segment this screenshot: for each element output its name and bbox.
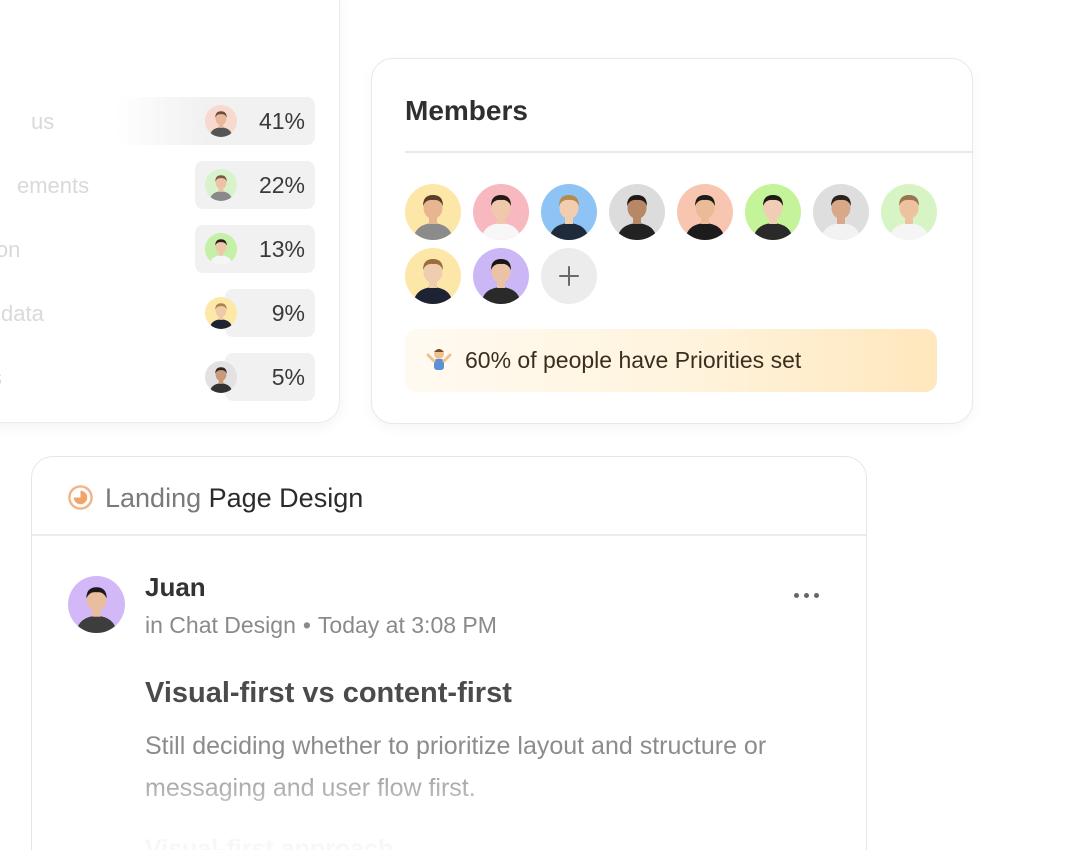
stat-row[interactable]: s 5% bbox=[0, 353, 339, 401]
stat-percentage: 9% bbox=[271, 300, 305, 326]
author-avatar[interactable] bbox=[68, 576, 125, 633]
member-avatar[interactable] bbox=[813, 184, 869, 240]
member-avatar[interactable] bbox=[405, 248, 461, 304]
progress-pie-icon bbox=[68, 485, 93, 510]
stat-percentage: 5% bbox=[271, 364, 305, 390]
stat-percentage: 22% bbox=[258, 172, 305, 198]
post-meta: in Chat Design • Today at 3:08 PM bbox=[145, 612, 497, 639]
stat-row[interactable]: us 41% bbox=[0, 97, 339, 145]
avatar bbox=[205, 105, 237, 137]
meta-separator: • bbox=[302, 612, 311, 638]
stat-row[interactable]: ements 22% bbox=[0, 161, 339, 209]
member-avatar[interactable] bbox=[473, 184, 529, 240]
person-shrugging-icon bbox=[426, 349, 452, 370]
post-header: Landing Page Design bbox=[32, 457, 866, 536]
project-title-prefix: Landing bbox=[105, 483, 202, 513]
stat-label: data bbox=[1, 301, 44, 326]
post-card: Landing Page Design Juan in Chat Design •… bbox=[31, 456, 867, 850]
avatar bbox=[205, 361, 237, 393]
post-channel[interactable]: in Chat Design bbox=[145, 612, 296, 638]
more-dot bbox=[804, 593, 809, 598]
stat-row[interactable]: ion 13% bbox=[0, 225, 339, 273]
member-avatar[interactable] bbox=[677, 184, 733, 240]
member-avatar[interactable] bbox=[881, 184, 937, 240]
members-title: Members bbox=[405, 95, 528, 126]
member-avatar[interactable] bbox=[609, 184, 665, 240]
stat-percentage: 13% bbox=[258, 236, 305, 262]
author-name[interactable]: Juan bbox=[145, 572, 206, 603]
priorities-banner[interactable]: 60% of people have Priorities set bbox=[405, 329, 937, 392]
plus-icon bbox=[559, 266, 579, 286]
stat-label: us bbox=[31, 109, 55, 134]
avatar bbox=[205, 297, 237, 329]
stat-row[interactable]: data 9% bbox=[0, 289, 339, 337]
more-dot bbox=[794, 593, 799, 598]
avatar bbox=[205, 233, 237, 265]
more-dot bbox=[814, 593, 819, 598]
priorities-text: 60% of people have Priorities set bbox=[465, 347, 802, 373]
members-card: Members 60% of people have Priorities se… bbox=[371, 58, 973, 424]
project-title[interactable]: Landing Page Design bbox=[105, 483, 363, 514]
member-avatar[interactable] bbox=[405, 184, 461, 240]
project-title-rest: Page Design bbox=[208, 483, 364, 513]
more-options-button[interactable] bbox=[792, 585, 822, 605]
stat-percentage: 41% bbox=[258, 108, 305, 134]
avatar bbox=[205, 169, 237, 201]
member-avatar[interactable] bbox=[745, 184, 801, 240]
add-member-button[interactable] bbox=[541, 248, 597, 304]
stats-card: us 41% ements 22% ion 13% data 9% s 5% bbox=[0, 0, 340, 423]
stat-label: ion bbox=[0, 237, 21, 262]
member-avatar[interactable] bbox=[473, 248, 529, 304]
post-title: Visual-first vs content-first bbox=[145, 677, 512, 709]
divider bbox=[405, 151, 972, 153]
stat-label: ements bbox=[17, 173, 90, 198]
post-timestamp: Today at 3:08 PM bbox=[317, 612, 497, 638]
post-body: Still deciding whether to prioritize lay… bbox=[145, 732, 767, 802]
stat-label: s bbox=[0, 365, 2, 391]
post-subheading: Visual-first approach bbox=[145, 835, 394, 850]
member-avatar[interactable] bbox=[541, 184, 597, 240]
